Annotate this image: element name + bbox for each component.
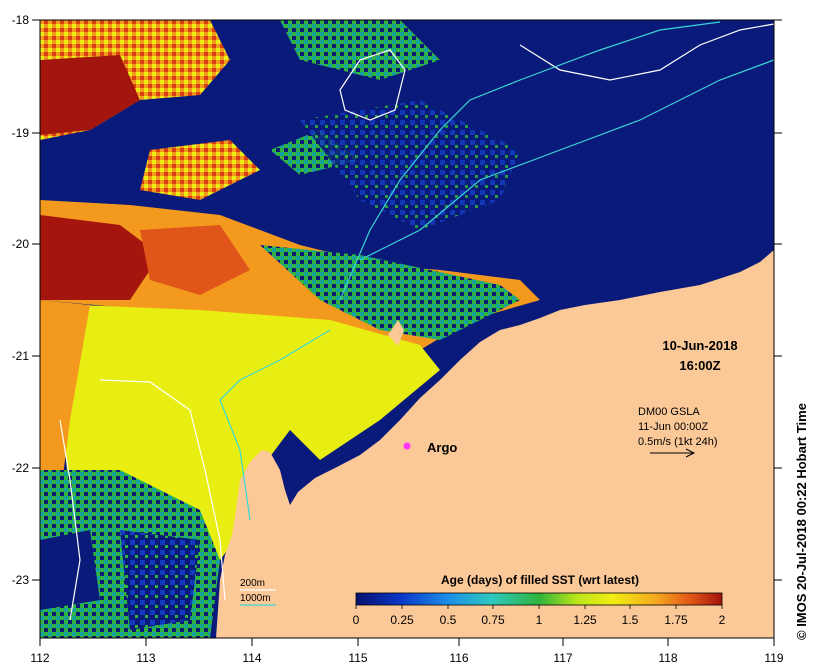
argo-marker xyxy=(403,442,411,450)
y-tick-label: -19 xyxy=(12,126,30,140)
vector-date: 11-Jun 00:00Z xyxy=(638,421,708,433)
vector-title: DM00 GSLA xyxy=(638,406,700,418)
x-tick-label: 118 xyxy=(658,651,677,665)
colorbar-tick: 0 xyxy=(353,613,360,627)
colorbar-tick: 0.75 xyxy=(481,613,505,627)
colorbar-tick: 1 xyxy=(536,613,543,627)
y-tick-label: -21 xyxy=(12,349,30,363)
x-axis: 112 113 114 115 116 117 118 119 xyxy=(30,638,784,665)
y-tick-label: -22 xyxy=(12,461,30,475)
colorbar-tick: 0.5 xyxy=(440,613,457,627)
contour-1000-label: 1000m xyxy=(240,593,271,604)
x-tick-label: 114 xyxy=(242,651,261,665)
y-tick-label: -18 xyxy=(12,13,30,27)
colorbar-tick: 0.25 xyxy=(390,613,414,627)
x-tick-label: 113 xyxy=(136,651,155,665)
y-tick-label: -23 xyxy=(12,573,30,587)
x-tick-label: 115 xyxy=(348,651,367,665)
contour-200-label: 200m xyxy=(240,578,265,589)
argo-label: Argo xyxy=(427,440,457,455)
colorbar-title: Age (days) of filled SST (wrt latest) xyxy=(441,573,639,587)
colorbar-tick: 1.75 xyxy=(664,613,688,627)
x-tick-label: 119 xyxy=(764,651,783,665)
x-tick-label: 117 xyxy=(553,651,572,665)
colorbar-tick: 2 xyxy=(719,613,726,627)
credit-text: © IMOS 20-Jul-2018 00:22 Hobart Time xyxy=(794,403,809,640)
sst-field xyxy=(40,20,774,638)
colorbar-tick: 1.5 xyxy=(622,613,639,627)
x-tick-label: 116 xyxy=(449,651,468,665)
x-tick-label: 112 xyxy=(30,651,49,665)
time-label: 16:00Z xyxy=(679,358,720,373)
date-label: 10-Jun-2018 xyxy=(662,338,737,353)
sst-age-map: 112 113 114 115 116 117 118 119 -18 -19 … xyxy=(12,13,809,665)
vector-scale: 0.5m/s (1kt 24h) xyxy=(638,436,717,448)
colorbar-tick: 1.25 xyxy=(573,613,597,627)
y-tick-label: -20 xyxy=(12,237,30,251)
